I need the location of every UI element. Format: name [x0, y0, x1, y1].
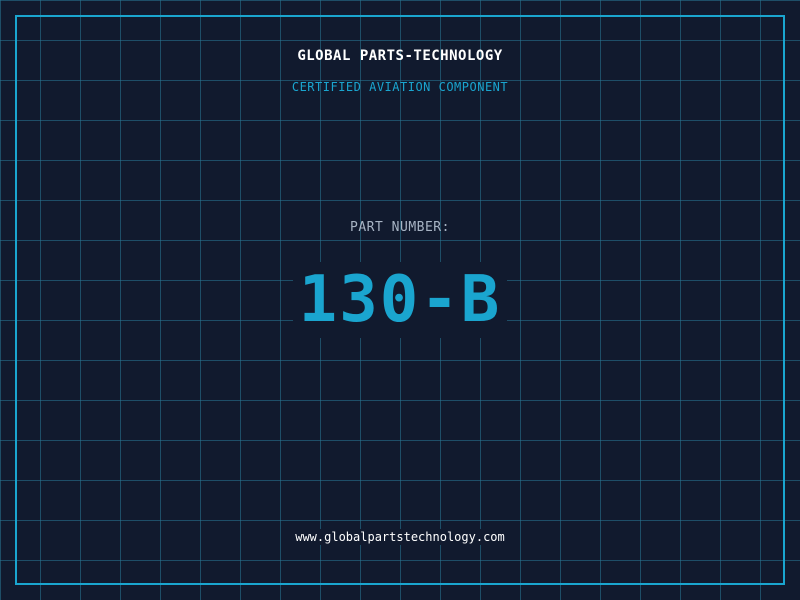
footer: www.globalpartstechnology.com — [0, 528, 800, 546]
label-plate: GLOBAL PARTS-TECHNOLOGY CERTIFIED AVIATI… — [0, 0, 800, 600]
part-number-label: PART NUMBER: — [350, 220, 450, 235]
part-number-container: 130-B — [0, 262, 800, 338]
part-number-value: 130-B — [292, 262, 508, 338]
brand-title: GLOBAL PARTS-TECHNOLOGY — [297, 48, 503, 64]
website-url: www.globalpartstechnology.com — [291, 529, 509, 545]
brand-tagline: CERTIFIED AVIATION COMPONENT — [291, 80, 509, 94]
